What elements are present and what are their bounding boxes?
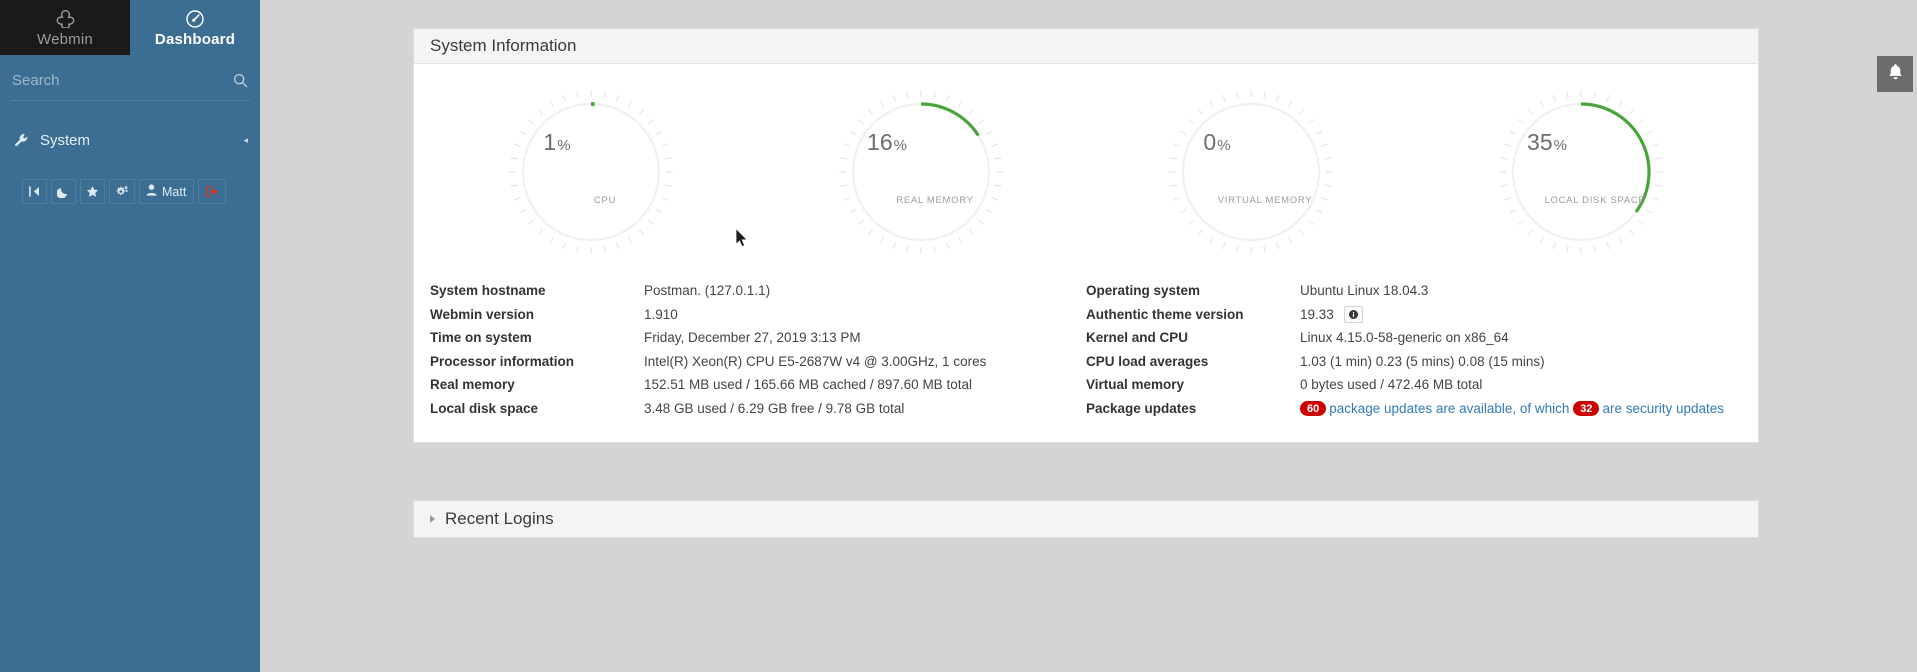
row-label: Package updates [1086,400,1197,416]
page-title: System Information [430,36,577,55]
row-value: 3.48 GB used / 6.29 GB free / 9.78 GB to… [644,400,905,416]
table-row: Operating system Ubuntu Linux 18.04.3 [1086,279,1742,303]
sidebar-top-tabs: Webmin Dashboard [0,0,260,55]
search-input[interactable] [10,72,250,95]
wrench-icon [14,133,29,148]
search-icon[interactable] [233,73,248,93]
recent-logins-title: Recent Logins [445,509,554,528]
row-value: Linux 4.15.0-58-generic on x86_64 [1300,330,1509,346]
main-content: System Information 1% CPU 16% REAL MEMOR… [260,0,1917,672]
system-info-left-column: System hostname Postman. (127.0.1.1) Web… [430,279,1086,420]
table-row: Processor information Intel(R) Xeon(R) C… [430,350,1086,374]
table-row-package-updates: Package updates 60 package updates are av… [1086,397,1742,421]
package-updates-value[interactable]: 60 package updates are available, of whic… [1300,401,1724,416]
sidebar: Webmin Dashboard Search System ◂ Matt [0,0,260,672]
package-updates-link-2[interactable]: are security updates [1602,401,1724,416]
gauge-local-disk-space: 35% LOCAL DISK SPACE [1416,77,1746,267]
table-row: System hostname Postman. (127.0.1.1) [430,279,1086,303]
table-row: Virtual memory 0 bytes used / 472.46 MB … [1086,373,1742,397]
sidebar-item-system-label: System [40,131,91,149]
tab-dashboard[interactable]: Dashboard [130,0,260,55]
recent-logins-header[interactable]: Recent Logins [414,501,1758,537]
dashboard-gauge-icon [185,9,205,29]
gauge-local-disk-space-graphic [1499,89,1663,254]
package-updates-link-1[interactable]: package updates are available, of which [1329,401,1569,416]
gauge-virtual-memory-value: 0% [1203,128,1231,155]
row-value: 1.03 (1 min) 0.23 (5 mins) 0.08 (15 mins… [1300,353,1545,369]
collapse-sidebar-button[interactable] [22,179,47,204]
table-row: Local disk space 3.48 GB used / 6.29 GB … [430,397,1086,421]
tab-dashboard-label: Dashboard [154,31,236,49]
row-label: Time on system [430,330,532,346]
row-label: Local disk space [430,400,539,416]
row-value: 0 bytes used / 472.46 MB total [1300,377,1483,393]
gauge-cpu: 1% CPU [426,77,756,267]
row-label: Real memory [430,377,515,393]
chevron-left-icon[interactable]: ◂ [243,135,248,146]
favorites-button[interactable] [80,179,105,204]
status-badge-security-updates: 32 [1573,401,1600,416]
row-label: CPU load averages [1086,353,1209,369]
gauge-local-disk-space-value: 35% [1527,128,1567,155]
table-row: Authentic theme version 19.33 [1086,303,1742,327]
sidebar-search [10,67,250,101]
gauge-row: 1% CPU 16% REAL MEMORY 0% VIRTUAL MEMORY… [414,64,1758,279]
row-label: Processor information [430,353,575,369]
panel-title-system-information: System Information [414,29,1758,64]
gauge-real-memory-label: REAL MEMORY [896,194,974,206]
row-value: Intel(R) Xeon(R) CPU E5-2687W v4 @ 3.00G… [644,353,987,369]
row-label: Virtual memory [1086,377,1185,393]
theme-version-info-icon[interactable] [1343,305,1363,323]
row-value: Friday, December 27, 2019 3:13 PM [644,330,861,346]
row-value: 1.910 [644,306,678,322]
user-button[interactable]: Matt [139,179,195,204]
gauge-real-memory-graphic [839,89,1003,254]
notifications-button[interactable] [1877,56,1913,92]
row-label: System hostname [430,283,546,299]
theme-config-button[interactable] [109,179,135,204]
user-icon [146,184,157,199]
row-value: Ubuntu Linux 18.04.3 [1300,283,1429,299]
row-label: Kernel and CPU [1086,330,1189,346]
status-badge-total-updates: 60 [1300,401,1327,416]
sidebar-action-buttons: Matt [0,179,260,204]
gauge-real-memory: 16% REAL MEMORY [756,77,1086,267]
gauge-real-memory-value: 16% [867,128,907,155]
gauge-cpu-label: CPU [593,194,617,206]
table-row: Time on system Friday, December 27, 2019… [430,326,1086,350]
table-row: Kernel and CPU Linux 4.15.0-58-generic o… [1086,326,1742,350]
recent-logins-panel[interactable]: Recent Logins [413,500,1759,538]
webmin-dashboard-page: Webmin Dashboard Search System ◂ Matt Sy… [0,0,1917,672]
row-label: Webmin version [430,306,535,322]
bell-icon [1887,63,1904,86]
gauge-cpu-graphic [509,89,673,254]
system-information-panel: System Information 1% CPU 16% REAL MEMOR… [413,28,1759,443]
tab-webmin[interactable]: Webmin [0,0,130,55]
night-mode-button[interactable] [51,179,76,204]
row-value: 19.33 [1300,306,1334,322]
user-button-label: Matt [162,184,187,199]
gauge-virtual-memory-graphic [1169,89,1333,254]
table-row: Webmin version 1.910 [430,303,1086,327]
row-label: Authentic theme version [1086,306,1244,322]
chevron-right-icon [430,515,435,523]
logout-button[interactable] [198,179,227,204]
sidebar-item-system[interactable]: System ◂ [0,123,260,157]
gauge-virtual-memory-label: VIRTUAL MEMORY [1217,194,1313,206]
gauge-cpu-value: 1% [543,128,571,155]
tab-webmin-label: Webmin [37,31,93,49]
system-info-right-column: Operating system Ubuntu Linux 18.04.3 Au… [1086,279,1742,420]
row-label: Operating system [1086,283,1201,299]
table-row: Real memory 152.51 MB used / 165.66 MB c… [430,373,1086,397]
gauge-virtual-memory: 0% VIRTUAL MEMORY [1086,77,1416,267]
gauge-local-disk-space-label: LOCAL DISK SPACE [1544,194,1646,206]
webmin-logo-icon [55,9,76,29]
system-info-table: System hostname Postman. (127.0.1.1) Web… [414,279,1758,442]
row-value: Postman. (127.0.1.1) [644,283,771,299]
row-value: 152.51 MB used / 165.66 MB cached / 897.… [644,377,972,393]
table-row: CPU load averages 1.03 (1 min) 0.23 (5 m… [1086,350,1742,374]
